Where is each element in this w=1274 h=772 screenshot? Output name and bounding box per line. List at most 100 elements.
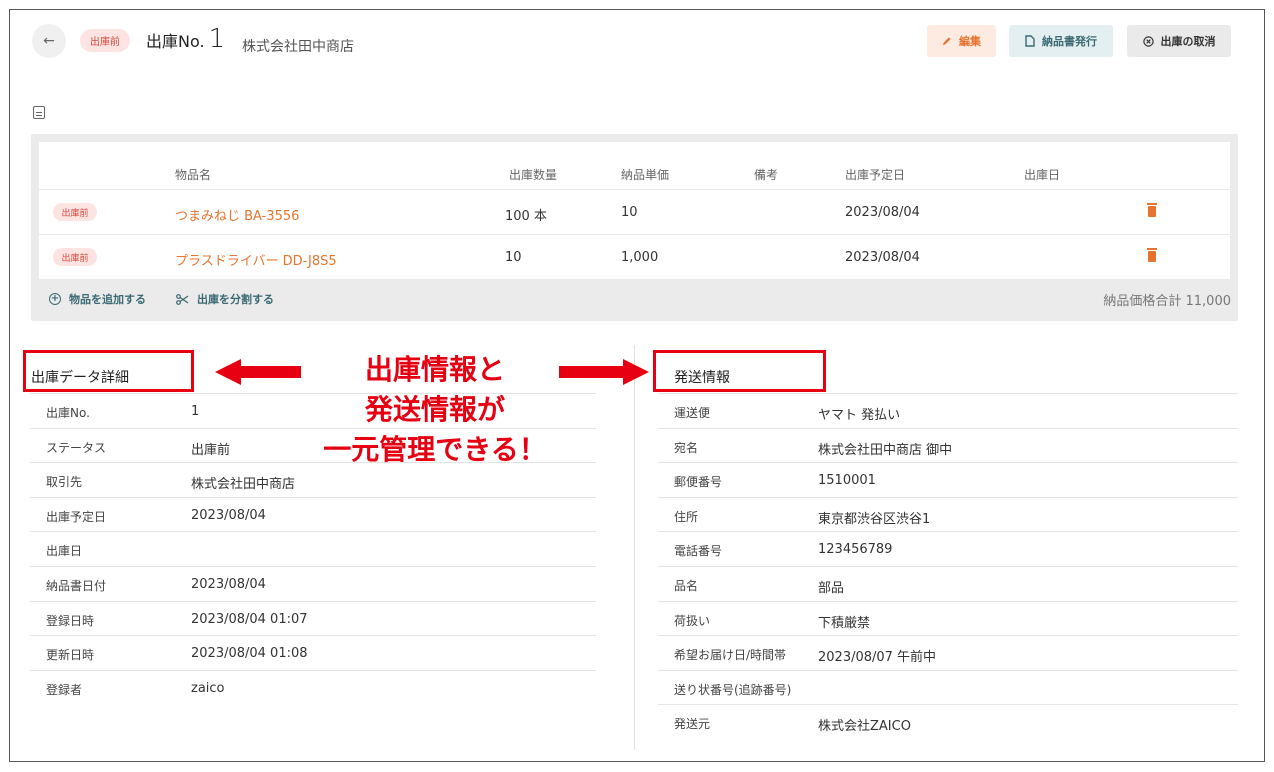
edit-label: 編集 (959, 35, 981, 48)
shipping-row: 送り状番号(追跡番号) (658, 669, 1238, 705)
shipping-key: 発送元 (674, 717, 711, 732)
split-shipment-label: 出庫を分割する (197, 293, 274, 306)
title-prefix: 出庫No. (146, 32, 205, 51)
shipping-value: 1510001 (818, 473, 876, 489)
detail-value: 株式会社田中商店 (191, 477, 296, 493)
item-qty: 100 本 (505, 209, 547, 224)
detail-key: 更新日時 (46, 648, 95, 663)
vendor-name: 株式会社田中商店 (242, 39, 354, 55)
shipping-row: 発送元 株式会社ZAICO (658, 704, 1238, 739)
scissors-icon (176, 293, 189, 305)
detail-key: 出庫日 (46, 544, 83, 559)
close-circle-icon (1142, 35, 1154, 47)
col-header-qty: 出庫数量 (509, 168, 558, 182)
arrow-right-annotation-icon (559, 359, 649, 385)
detail-value: 2023/08/04 (191, 577, 266, 592)
invoice-button[interactable]: 納品書発行 (1009, 25, 1113, 57)
item-planned-date: 2023/08/04 (845, 205, 920, 220)
detail-row: 登録者 zaico (30, 669, 596, 705)
table-row[interactable]: 出庫前 プラスドライバー DD-J8S5 10 1,000 2023/08/04 (39, 234, 1230, 279)
col-header-price: 納品単価 (621, 168, 670, 182)
memo-icon[interactable] (33, 106, 45, 119)
shipping-key: 郵便番号 (674, 475, 723, 490)
row-status-badge: 出庫前 (53, 203, 97, 221)
detail-value: zaico (191, 680, 225, 696)
add-item-button[interactable]: + 物品を追加する (49, 291, 146, 307)
shipping-key: 電話番号 (674, 544, 723, 559)
detail-key: 納品書日付 (46, 579, 107, 593)
annotation-text: 出庫情報と 発送情報が 一元管理できる！ (300, 350, 570, 470)
edit-button[interactable]: 編集 (927, 25, 996, 57)
trash-icon[interactable] (1147, 203, 1157, 217)
col-header-date: 出庫日 (1024, 168, 1061, 182)
detail-key: 出庫No. (46, 406, 90, 420)
cancel-label: 出庫の取消 (1160, 35, 1216, 48)
items-panel: 物品名 出庫数量 納品単価 備考 出庫予定日 出庫日 出庫前 つまみねじ BA-… (31, 134, 1238, 321)
pencil-icon (943, 37, 951, 45)
shipping-row: 運送便 ヤマト 発払い (658, 393, 1238, 428)
back-button[interactable]: ← (32, 24, 66, 58)
item-name-link[interactable]: プラスドライバー DD-J8S5 (175, 250, 337, 269)
detail-key: ステータス (46, 440, 107, 455)
shipping-key: 品名 (674, 579, 699, 593)
shipping-key: 送り状番号(追跡番号) (674, 682, 792, 697)
detail-key: 取引先 (46, 475, 83, 490)
trash-icon[interactable] (1147, 248, 1157, 262)
shipping-row: 荷扱い 下積厳禁 (658, 600, 1238, 636)
total-price: 納品価格合計 11,000 (1103, 290, 1231, 309)
page-title: 出庫No. 1 (146, 24, 226, 54)
shipping-row: 宛名 株式会社田中商店 御中 (658, 427, 1238, 463)
table-row[interactable]: 出庫前 つまみねじ BA-3556 100 本 10 2023/08/04 (39, 189, 1230, 234)
shipping-value: 123456789 (818, 542, 893, 558)
item-price: 10 (621, 205, 638, 220)
title-number: 1 (208, 24, 226, 54)
detail-row: 出庫予定日 2023/08/04 (30, 496, 596, 532)
row-status-badge: 出庫前 (53, 248, 97, 266)
detail-value: 出庫前 (191, 442, 231, 458)
annotation-line: 発送情報が (364, 393, 505, 426)
item-price: 1,000 (621, 250, 659, 265)
shipping-value: 株式会社ZAICO (818, 719, 911, 735)
annotation-line: 一元管理できる！ (323, 433, 547, 466)
document-icon (1025, 35, 1035, 47)
item-qty: 10 (505, 250, 522, 265)
invoice-label: 納品書発行 (1042, 35, 1097, 48)
shipping-key: 住所 (674, 509, 699, 524)
shipping-row: 郵便番号 1510001 (658, 462, 1238, 497)
cancel-shipment-button[interactable]: 出庫の取消 (1127, 25, 1231, 57)
shipping-value: ヤマト 発払い (818, 408, 901, 423)
detail-section-title: 出庫データ詳細 (31, 370, 129, 386)
detail-key: 登録者 (46, 682, 83, 697)
shipping-row: 品名 部品 (658, 566, 1238, 601)
plus-circle-icon: + (49, 293, 61, 305)
shipping-key: 荷扱い (674, 613, 711, 628)
split-shipment-button[interactable]: 出庫を分割する (176, 291, 274, 307)
shipping-value: 東京都渋谷区渋谷1 (818, 511, 931, 527)
shipping-section-title: 発送情報 (674, 370, 730, 386)
detail-key: 登録日時 (46, 613, 95, 628)
shipping-row: 住所 東京都渋谷区渋谷1 (658, 496, 1238, 532)
detail-value: 2023/08/04 01:08 (191, 646, 308, 662)
shipping-key: 希望お届け日/時間帯 (674, 648, 787, 663)
add-item-label: 物品を追加する (69, 293, 146, 306)
items-table: 物品名 出庫数量 納品単価 備考 出庫予定日 出庫日 出庫前 つまみねじ BA-… (39, 142, 1230, 279)
total-value: 11,000 (1185, 294, 1232, 309)
annotation-line: 出庫情報と (364, 353, 505, 386)
item-planned-date: 2023/08/04 (845, 250, 920, 265)
col-header-note: 備考 (754, 168, 779, 182)
shipping-row: 希望お届け日/時間帯 2023/08/07 午前中 (658, 635, 1238, 670)
item-name-link[interactable]: つまみねじ BA-3556 (175, 205, 299, 224)
detail-value: 1 (191, 404, 200, 419)
status-badge: 出庫前 (80, 29, 130, 52)
shipping-value: 部品 (818, 581, 845, 596)
section-divider (634, 345, 635, 750)
detail-value: 2023/08/04 01:07 (191, 611, 308, 627)
shipping-value: 下積厳禁 (818, 615, 871, 631)
shipping-value: 株式会社田中商店 御中 (818, 442, 953, 458)
total-label: 納品価格合計 (1103, 294, 1182, 309)
shipping-row: 電話番号 123456789 (658, 531, 1238, 566)
arrow-left-annotation-icon (215, 359, 301, 385)
detail-row: 出庫日 (30, 531, 596, 566)
shipping-key: 宛名 (674, 440, 699, 455)
shipping-key: 運送便 (674, 406, 711, 420)
